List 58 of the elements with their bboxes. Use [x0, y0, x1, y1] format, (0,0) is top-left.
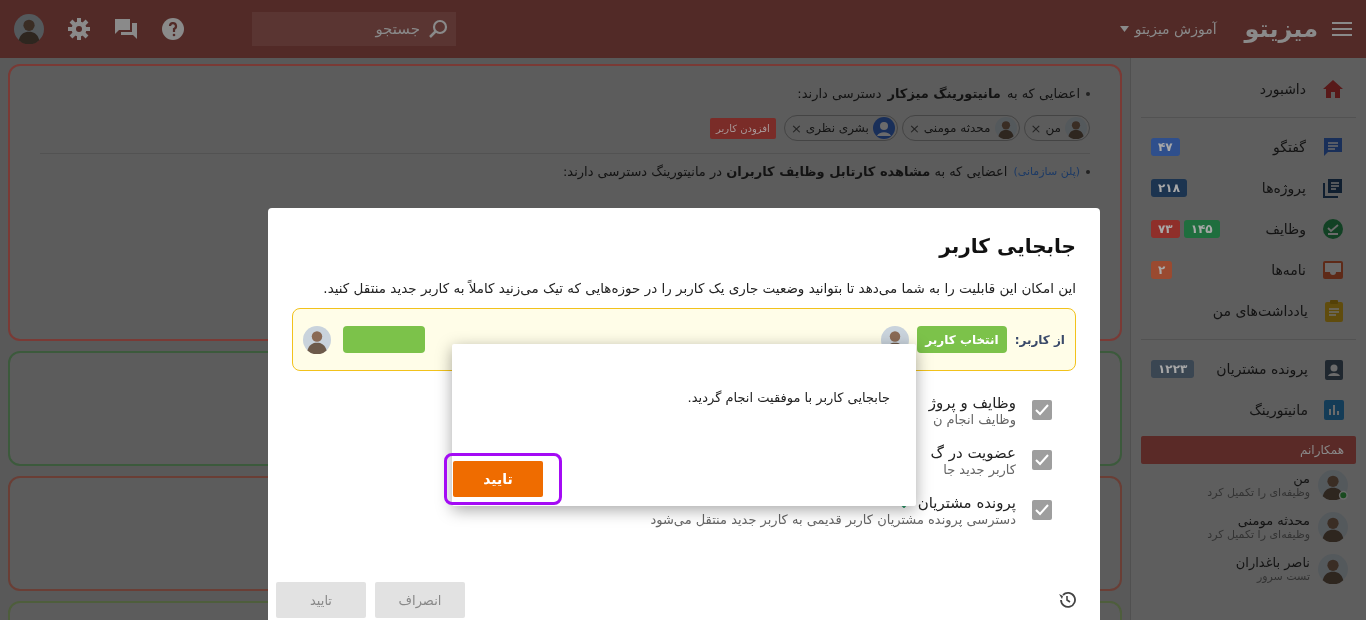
modal-description: این امکان این قابلیت را به شما می‌دهد تا بتوانید وضعیت جاری یک کاربر را در حوزه‌هایی که تیک می‌زنید کاملاً به کاربر جدید منتقل کنید.: [322, 280, 1076, 296]
select-user-button[interactable]: انتخاب کاربر: [917, 326, 1007, 353]
add-user-button[interactable]: افزودن کاربر: [710, 117, 776, 139]
sidebar-item[interactable]: داشبورد: [1141, 68, 1356, 109]
option-title: وظایف و پروژ: [928, 393, 1016, 412]
from-label: از کاربر:: [1014, 332, 1065, 347]
history-icon[interactable]: [1058, 591, 1076, 609]
settings-icon[interactable]: [68, 18, 90, 40]
access-text: (پلن سازمانی) اعضایی که به مشاهده کارتابل وظایف کاربران در مانیتورینگ دسترسی دارند:: [40, 164, 1090, 179]
option-description: وظایف انجام ن: [932, 411, 1016, 427]
confirm-button[interactable]: تایید: [453, 461, 543, 497]
sidebar-item[interactable]: یادداشت‌های من: [1141, 290, 1356, 331]
checkbox[interactable]: [1032, 400, 1052, 420]
checkbox[interactable]: [1032, 450, 1052, 470]
count-badge: ۴۷: [1151, 137, 1180, 156]
access-text: اعضایی که به مانیتورینگ میزکار دسترسی دارند:: [40, 86, 1090, 101]
count-badge: ۲: [1151, 260, 1173, 279]
sidebar-item[interactable]: پرونده مشتریان ۱۲۲۳: [1141, 348, 1356, 389]
caret-icon: [1119, 26, 1129, 32]
avatar: [994, 117, 1017, 139]
count-badge: ۱۴۵: [1183, 219, 1220, 238]
sidebar-item[interactable]: گفتگو ۴۷: [1141, 126, 1356, 167]
check-circle-icon: [1322, 217, 1344, 240]
sidebar-item[interactable]: مانیتورینگ: [1141, 389, 1356, 430]
documents-icon: [1322, 176, 1344, 199]
clipboard-icon: [1324, 299, 1344, 322]
sidebar-item[interactable]: پروژه‌ها ۲۱۸: [1141, 167, 1356, 208]
user-icon: [872, 117, 895, 139]
modal-title: جابجایی کاربر: [937, 234, 1076, 258]
count-badge: ۲۱۸: [1151, 178, 1187, 197]
section-header: همکارانم: [1141, 436, 1356, 464]
count-badge: ۷۳: [1151, 219, 1180, 238]
home-icon: [1322, 78, 1344, 99]
avatar: [1065, 117, 1087, 139]
help-icon[interactable]: [162, 18, 184, 40]
dialog-button[interactable]: تایید: [276, 582, 366, 618]
sidebar-item[interactable]: نامه‌ها ۲: [1141, 249, 1356, 290]
bar-chart-icon: [1324, 399, 1344, 420]
menu-dropdown[interactable]: آموزش میزیتو: [1119, 21, 1217, 37]
option-description: دسترسی پرونده مشتریان کاربر قدیمی به کاربر جدید منتقل می‌شود: [650, 511, 1016, 527]
chat-icon: [1322, 135, 1344, 158]
avatar: [303, 325, 331, 354]
option-title: پرونده مشتریان: [917, 493, 1016, 512]
search-field[interactable]: جستجو: [252, 12, 456, 46]
menu-icon[interactable]: [1332, 21, 1352, 37]
contact-card-icon: [1324, 357, 1344, 380]
option-title: عضویت در گ: [930, 443, 1016, 462]
dialog-button[interactable]: انصراف: [375, 582, 465, 618]
logo[interactable]: میزیتو: [1244, 15, 1318, 43]
chat-icon[interactable]: [114, 18, 138, 40]
sidebar-item[interactable]: وظایف ۱۴۵ ۷۳: [1141, 208, 1356, 249]
count-badge: ۱۲۲۳: [1151, 359, 1195, 378]
avatar: [14, 14, 44, 44]
inbox-icon: [1322, 259, 1344, 280]
search-icon: [428, 19, 448, 39]
checkbox[interactable]: [1032, 500, 1052, 520]
option-description: کاربر جدید جا: [942, 461, 1016, 477]
success-message: جابجایی کاربر با موفقیت انجام گردید.: [687, 390, 890, 405]
